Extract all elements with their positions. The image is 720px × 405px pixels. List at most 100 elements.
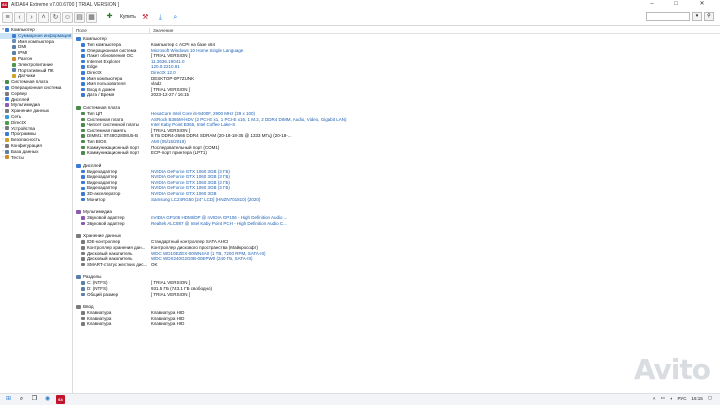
tree-item-icon <box>12 45 16 50</box>
row-icon <box>81 281 85 285</box>
tree-item-icon <box>5 120 9 125</box>
row-icon <box>81 43 85 47</box>
tree-item-icon <box>5 143 9 148</box>
row-icon <box>81 93 85 97</box>
value-link[interactable]: Samsung LC24RG50 [24" LCD] (HNZN701810) … <box>150 197 260 203</box>
row-icon <box>81 240 85 244</box>
section-icon <box>76 163 81 168</box>
row-icon <box>81 292 85 297</box>
field-cell: Клавиатура <box>74 321 150 327</box>
tree-item-icon <box>5 85 9 90</box>
row-icon <box>81 134 85 138</box>
volume-icon[interactable]: ◖ <box>670 396 673 401</box>
field-cell: SMART-статус жестких дис... <box>74 262 150 268</box>
tree-item-icon <box>12 56 16 61</box>
tree-item-icon <box>5 103 9 108</box>
start-icon[interactable]: ⊞ <box>4 395 13 404</box>
row-icon <box>81 175 85 179</box>
minimize-button[interactable]: – <box>642 0 662 9</box>
search-input[interactable] <box>646 12 690 21</box>
row-icon <box>81 111 85 116</box>
row-icon <box>81 186 85 191</box>
tree-item-icon <box>5 80 9 85</box>
section-icon <box>76 305 81 310</box>
row-icon <box>81 287 85 291</box>
tree-item-icon <box>5 155 9 160</box>
tree-item-label: Тесты <box>11 154 24 160</box>
details-panel: Поле Значение Компьютер Тип компьютера Ком… <box>74 27 720 393</box>
download-icon[interactable]: ⤓ <box>155 12 166 23</box>
clock[interactable]: 16:15 <box>691 396 702 401</box>
chevron-up-icon[interactable]: ˄ <box>653 396 656 401</box>
maximize-button[interactable]: □ <box>666 0 686 9</box>
column-header-value[interactable]: Значение <box>150 28 173 33</box>
row-icon <box>81 257 85 261</box>
section-icon <box>76 234 81 239</box>
table-row[interactable]: Клавиатура Клавиатура HID <box>74 321 720 327</box>
tools-icon[interactable]: ⚒ <box>140 12 151 23</box>
language-indicator[interactable]: РУС <box>677 396 686 401</box>
system-tray: ˄ ▭ ◖ РУС 16:15 ▢ <box>653 395 712 401</box>
navigation-tree: ▾ Компьютер Суммарная информация Имя компью… <box>0 27 73 393</box>
value-cell: OK <box>151 261 158 267</box>
value-link[interactable]: Realtek ALC887 @ Intel Kaby Point PCH - … <box>150 221 287 227</box>
up-icon[interactable]: ˄ <box>38 11 49 23</box>
menu-icon[interactable]: ≡ <box>2 11 13 23</box>
browser-icon[interactable]: ◉ <box>43 395 52 404</box>
forward-icon[interactable]: › <box>26 11 37 23</box>
field-cell: Дата / Время <box>74 92 150 98</box>
buy-icon[interactable]: ✚ <box>104 12 115 23</box>
avito-watermark: Avito <box>633 353 711 386</box>
row-icon <box>81 117 85 122</box>
row-icon <box>81 216 85 220</box>
row-icon <box>81 180 85 185</box>
row-icon <box>81 221 85 226</box>
column-header-field[interactable]: Поле <box>74 27 150 33</box>
value-link[interactable]: WDC WDS240G2G0B-00EPW0 (240 ГБ, SATA-III… <box>150 256 253 262</box>
back-icon[interactable]: ‹ <box>14 11 25 23</box>
search-options-icon[interactable]: ⚲ <box>704 12 714 21</box>
tree-item-icon <box>5 97 9 102</box>
buy-button[interactable]: Купить <box>120 14 136 20</box>
section-icon <box>76 37 81 41</box>
field-label: Дата / Время <box>87 92 115 98</box>
window-title: AIDA64 Extreme v7.00.6700 [ TRIAL VERSIO… <box>11 1 120 8</box>
tree-item[interactable]: › Тесты <box>0 155 72 161</box>
value-cell: [ TRIAL VERSION ] <box>151 291 191 297</box>
search-go-icon[interactable]: ▾ <box>692 12 702 21</box>
row-icon <box>81 197 85 202</box>
taskbar: ⊞ ⌕ ❐ ◉ 64 ˄ ▭ ◖ РУС 16:15 ▢ <box>0 393 720 405</box>
aida64-taskbar-icon[interactable]: 64 <box>56 395 65 404</box>
user-icon[interactable]: ☺ <box>62 11 73 23</box>
row-icon <box>81 54 85 58</box>
row-icon <box>81 151 85 155</box>
task-view-icon[interactable]: ❐ <box>30 395 39 404</box>
network-icon[interactable]: ▭ <box>660 395 664 401</box>
refresh-icon[interactable]: ↻ <box>50 11 61 23</box>
row-icon <box>81 192 85 196</box>
row-icon <box>81 246 85 250</box>
notification-icon[interactable]: ▢ <box>708 395 712 401</box>
details-table: Компьютер Тип компьютера Компьютер с ACPI … <box>74 36 720 327</box>
tree-item-icon <box>12 74 16 79</box>
chart-icon[interactable]: ▤ <box>74 11 85 23</box>
report-icon[interactable]: ▦ <box>86 11 97 23</box>
tree-item-icon <box>5 138 9 143</box>
tree-item-icon <box>12 62 16 67</box>
row-icon <box>81 322 85 326</box>
taskbar-search-icon[interactable]: ⌕ <box>17 395 26 404</box>
search-icon[interactable]: ⌕ <box>170 12 181 23</box>
buy-label: Купить <box>120 14 136 20</box>
value-cell: Клавиатура HID <box>151 321 185 327</box>
row-icon <box>81 169 85 174</box>
row-icon <box>81 145 85 150</box>
field-cell: Звуковой адаптер <box>74 221 150 227</box>
row-icon <box>81 71 85 75</box>
close-button[interactable]: ✕ <box>692 0 712 9</box>
tree-item-icon <box>12 33 16 38</box>
row-icon <box>81 48 85 53</box>
row-icon <box>81 316 85 321</box>
tree-item-icon <box>12 51 16 56</box>
